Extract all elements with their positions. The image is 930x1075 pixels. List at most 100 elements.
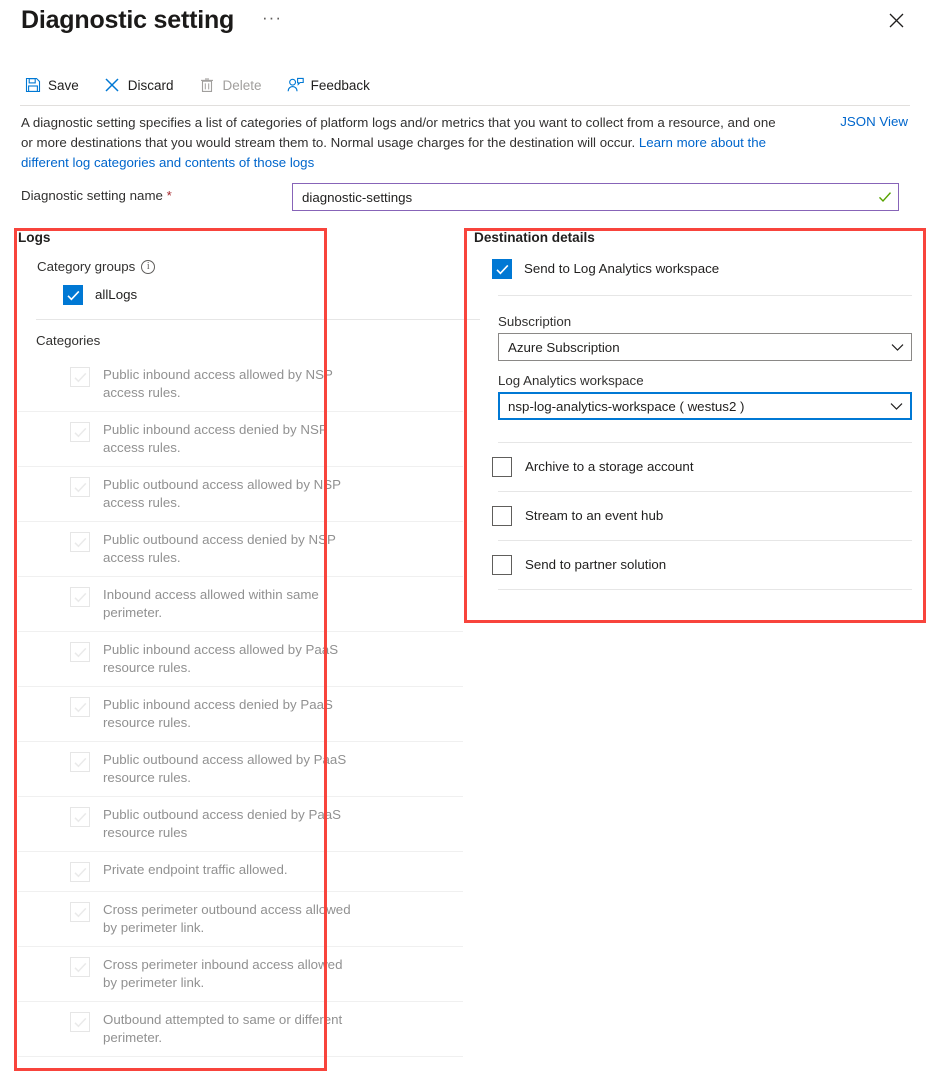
discard-label: Discard <box>127 77 174 93</box>
category-label: Public inbound access denied by NSP acce… <box>103 422 328 455</box>
destination-option-checkbox[interactable] <box>492 555 512 575</box>
category-checkbox <box>70 902 90 922</box>
chevron-down-icon <box>889 343 905 352</box>
category-label: Public outbound access allowed by NSP ac… <box>103 477 341 510</box>
logs-section: Logs Category groups i allLogs Categorie… <box>18 230 480 1057</box>
page-title: Diagnostic setting <box>21 6 235 34</box>
category-row: Public outbound access denied by PaaS re… <box>18 797 463 852</box>
category-row: Public inbound access allowed by NSP acc… <box>18 357 463 412</box>
destination-details-section: Destination details Send to Log Analytic… <box>468 230 923 590</box>
category-label: Public inbound access denied by PaaS res… <box>103 697 333 730</box>
category-label: Public outbound access denied by NSP acc… <box>103 532 336 565</box>
alllogs-checkbox-row[interactable]: allLogs <box>63 285 463 305</box>
info-icon[interactable]: i <box>141 259 156 274</box>
feedback-person-icon <box>287 77 304 94</box>
subscription-dropdown[interactable]: Azure Subscription <box>498 333 912 361</box>
categories-list: Public inbound access allowed by NSP acc… <box>18 357 463 1057</box>
category-checkbox <box>70 532 90 552</box>
category-row: Public outbound access denied by NSP acc… <box>18 522 463 577</box>
category-checkbox <box>70 642 90 662</box>
category-checkbox <box>70 587 90 607</box>
category-label: Cross perimeter outbound access allowed … <box>103 902 351 935</box>
categories-label: Categories <box>36 333 101 348</box>
chevron-down-icon <box>888 402 904 411</box>
category-groups-text: Category groups <box>37 259 136 274</box>
subscription-label: Subscription <box>498 314 572 329</box>
workspace-label: Log Analytics workspace <box>498 373 644 388</box>
category-label: Outbound attempted to same or different … <box>103 1012 343 1045</box>
destination-option-label: Send to partner solution <box>525 557 667 572</box>
name-label-text: Diagnostic setting name <box>21 188 163 203</box>
title-more-menu[interactable]: ··· <box>262 8 282 28</box>
destination-option-checkbox[interactable] <box>492 457 512 477</box>
feedback-label: Feedback <box>310 77 370 93</box>
category-row: Cross perimeter inbound access allowed b… <box>18 947 463 1002</box>
alllogs-checkbox[interactable] <box>63 285 83 305</box>
toolbar-divider <box>20 105 910 106</box>
category-checkbox <box>70 807 90 827</box>
destination-divider <box>498 295 912 296</box>
subscription-field-block: Subscription Azure Subscription <box>498 314 923 361</box>
category-checkbox <box>70 1012 90 1032</box>
discard-button[interactable]: Discard <box>100 73 185 98</box>
destination-details-title: Destination details <box>474 230 595 245</box>
save-button[interactable]: Save <box>20 73 90 98</box>
feedback-button[interactable]: Feedback <box>283 73 381 98</box>
discard-x-icon <box>104 77 121 94</box>
green-check-icon <box>872 190 898 204</box>
category-row: Public inbound access denied by NSP acce… <box>18 412 463 467</box>
category-checkbox <box>70 477 90 497</box>
description-text: A diagnostic setting specifies a list of… <box>21 113 791 173</box>
category-label: Public inbound access allowed by NSP acc… <box>103 367 333 400</box>
alllogs-label: allLogs <box>95 287 138 302</box>
trash-icon <box>199 77 216 94</box>
category-row: Public outbound access allowed by NSP ac… <box>18 467 463 522</box>
category-label: Inbound access allowed within same perim… <box>103 587 319 620</box>
destination-options-list: Archive to a storage account Stream to an… <box>468 443 923 590</box>
required-marker: * <box>166 188 172 203</box>
log-analytics-workspace-dropdown[interactable]: nsp-log-analytics-workspace ( westus2 ) <box>498 392 912 420</box>
category-checkbox <box>70 957 90 977</box>
destination-option-row[interactable]: Stream to an event hub <box>468 492 923 541</box>
json-view-link[interactable]: JSON View <box>840 114 908 129</box>
category-groups-label: Category groups i <box>37 259 463 274</box>
category-label: Public outbound access allowed by PaaS r… <box>103 752 347 785</box>
save-icon <box>24 77 41 94</box>
send-log-analytics-checkbox[interactable] <box>492 259 512 279</box>
category-row: Public inbound access allowed by PaaS re… <box>18 632 463 687</box>
delete-button: Delete <box>195 73 273 98</box>
destination-option-label: Stream to an event hub <box>525 508 664 523</box>
workspace-field-block: Log Analytics workspace nsp-log-analytic… <box>498 373 923 420</box>
destination-option-checkbox[interactable] <box>492 506 512 526</box>
destination-option-label: Archive to a storage account <box>525 459 694 474</box>
category-row: Public outbound access allowed by PaaS r… <box>18 742 463 797</box>
category-row: Outbound attempted to same or different … <box>18 1002 463 1057</box>
category-row: Public inbound access denied by PaaS res… <box>18 687 463 742</box>
destination-option-row[interactable]: Archive to a storage account <box>468 443 923 492</box>
logs-section-title: Logs <box>18 230 51 245</box>
category-row: Inbound access allowed within same perim… <box>18 577 463 632</box>
destination-option-row[interactable]: Send to partner solution <box>468 541 923 590</box>
close-button[interactable] <box>882 6 910 34</box>
close-icon <box>889 13 904 28</box>
category-label: Private endpoint traffic allowed. <box>103 862 288 877</box>
category-checkbox <box>70 697 90 717</box>
send-log-analytics-row[interactable]: Send to Log Analytics workspace <box>492 259 923 279</box>
category-label: Public inbound access allowed by PaaS re… <box>103 642 339 675</box>
logs-divider <box>36 319 480 320</box>
category-checkbox <box>70 367 90 387</box>
category-row: Private endpoint traffic allowed. <box>18 852 463 892</box>
save-label: Save <box>48 77 79 93</box>
category-checkbox <box>70 862 90 882</box>
diagnostic-setting-name-label: Diagnostic setting name * <box>21 188 172 203</box>
category-label: Cross perimeter inbound access allowed b… <box>103 957 343 990</box>
category-checkbox <box>70 752 90 772</box>
diagnostic-setting-name-field[interactable] <box>292 183 899 211</box>
command-bar: Save Discard Delete Feedback <box>20 68 391 102</box>
workspace-value: nsp-log-analytics-workspace ( westus2 ) <box>508 398 745 414</box>
delete-label: Delete <box>222 77 262 93</box>
destination-divider <box>498 589 912 590</box>
category-checkbox <box>70 422 90 442</box>
category-row: Cross perimeter outbound access allowed … <box>18 892 463 947</box>
diagnostic-setting-name-input[interactable] <box>293 184 872 210</box>
